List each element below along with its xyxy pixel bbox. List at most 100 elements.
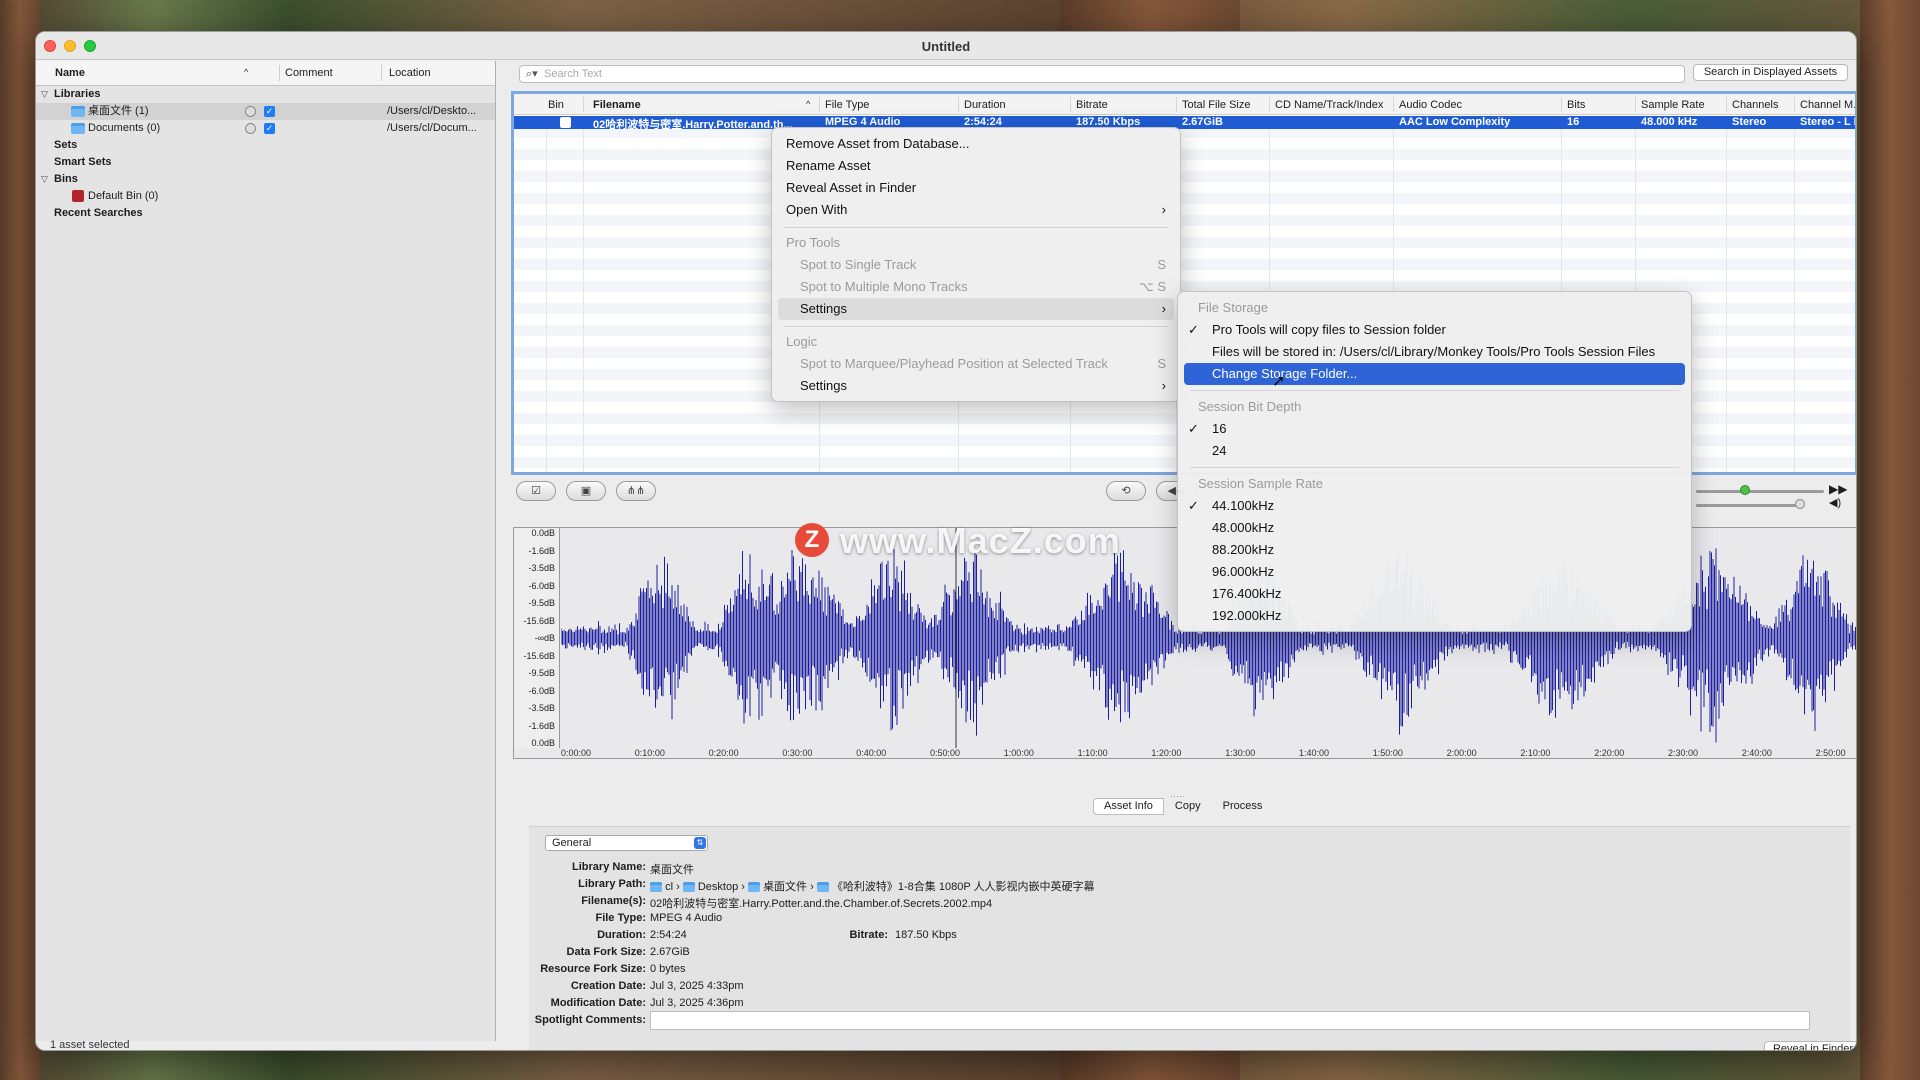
column-separator [1393,97,1394,112]
header-file-type[interactable]: File Type [825,99,869,111]
bin-checkbox[interactable] [560,117,571,128]
menu-remove-asset[interactable]: Remove Asset from Database... [778,133,1174,155]
path-segment[interactable]: 桌面文件 [763,881,807,893]
info-category-select[interactable]: General ⇅ [545,835,708,851]
column-location[interactable]: Location [389,67,431,79]
label: Library Name: [572,861,646,873]
loop-icon-button[interactable]: ⟲ [1106,481,1146,501]
tab-process[interactable]: Process [1211,798,1274,815]
tree-default-bin[interactable]: Default Bin (0) [36,188,495,205]
header-total-size[interactable]: Total File Size [1182,99,1250,111]
tree-label: Bins [54,173,78,185]
asset-info-panel: General ⇅ Library Name: 桌面文件 Library Pat… [529,826,1856,1050]
menu-header-pro-tools: Pro Tools [786,235,840,250]
chevron-right-icon: › [1161,202,1166,217]
tab-copy[interactable]: Copy [1163,798,1212,815]
tree-smart-sets[interactable]: Smart Sets [36,154,495,171]
submenu-copy-files[interactable]: ✓ Pro Tools will copy files to Session fo… [1184,319,1685,341]
header-cd-name[interactable]: CD Name/Track/Index [1275,99,1383,111]
folder-icon [71,123,85,134]
submenu-rate-96000[interactable]: 96.000kHz [1184,561,1685,583]
label: File Type: [595,912,646,924]
sort-ascending-icon[interactable]: ^ [244,67,248,77]
timeline-ruler[interactable]: 0:00:00 0:10:00 0:20:00 0:30:00 0:40:00 0:50:… [561,748,1856,760]
tree-sets[interactable]: Sets [36,137,495,154]
library-name: Documents (0) [88,122,161,134]
submenu-rate-44100[interactable]: ✓ 44.100kHz [1184,495,1685,517]
header-bits[interactable]: Bits [1567,99,1585,111]
db-label: -9.5dB [528,598,555,608]
path-segment[interactable]: 《哈利波特》1-8合集 1080P 人人影视内嵌中英硬字幕 [832,881,1095,893]
sort-ascending-icon[interactable]: ^ [806,99,810,109]
tree-libraries[interactable]: ▽ Libraries [36,86,495,103]
header-filename[interactable]: Filename [593,99,641,111]
submenu-change-storage-folder[interactable]: Change Storage Folder... [1184,363,1685,385]
playback-position-slider[interactable] [1696,490,1824,493]
submenu-header-bit-depth: Session Bit Depth [1198,399,1302,414]
slider-knob[interactable] [1740,485,1750,495]
submenu-rate-48000[interactable]: 48.000kHz [1184,517,1685,539]
path-segment[interactable]: Desktop [698,881,738,893]
library-path-breadcrumb[interactable]: cl › Desktop › 桌面文件 › 《哈利波特》1-8合集 1080P … [650,878,1095,894]
label: Duration: [597,929,646,941]
cell-channel-mode: Stereo - L R [1800,116,1857,128]
menu-reveal-asset[interactable]: Reveal Asset in Finder [778,177,1174,199]
folder-icon [816,882,829,892]
menu-logic-settings[interactable]: Settings › [778,375,1174,397]
submenu-rate-88200[interactable]: 88.200kHz [1184,539,1685,561]
cell-channels: Stereo [1732,116,1767,128]
header-bitrate[interactable]: Bitrate [1076,99,1108,111]
menu-open-with[interactable]: Open With › [778,199,1174,221]
tab-asset-info[interactable]: Asset Info [1093,798,1164,815]
header-bin[interactable]: Bin [548,99,564,111]
column-name[interactable]: Name [55,67,85,79]
disclosure-open-icon[interactable]: ▽ [41,86,48,103]
tree-library-item[interactable]: Documents (0) ✓ /Users/cl/Docum... [36,120,495,137]
volume-slider[interactable] [1696,504,1799,507]
header-audio-codec[interactable]: Audio Codec [1399,99,1462,111]
submenu-rate-176400[interactable]: 176.400kHz [1184,583,1685,605]
waveform-icon-button[interactable]: ⋔⋔ [616,481,656,501]
submenu-stored-in[interactable]: Files will be stored in: /Users/cl/Libra… [1184,341,1685,363]
submenu-rate-192000[interactable]: 192.000kHz [1184,605,1685,627]
cell-total-size: 2.67GiB [1182,116,1223,128]
column-comment[interactable]: Comment [285,67,333,79]
library-location: /Users/cl/Docum... [387,122,477,134]
title-bar: Untitled [36,32,1856,60]
spotlight-comments-field[interactable] [650,1011,1810,1030]
settings-submenu: File Storage ✓ Pro Tools will copy files … [1177,291,1692,632]
library-checkbox[interactable]: ✓ [264,123,275,134]
reveal-in-finder-button[interactable]: Reveal in Finder [1764,1041,1856,1050]
library-checkbox[interactable]: ✓ [264,106,275,117]
window-title: Untitled [921,39,971,54]
submenu-bit-16[interactable]: ✓ 16 [1184,418,1685,440]
search-displayed-button[interactable]: Search in Displayed Assets [1693,64,1848,81]
search-input[interactable]: ⌕▾ Search Text [519,65,1685,83]
header-channels[interactable]: Channels [1732,99,1778,111]
db-label: -∞dB [534,633,555,643]
tree-recent-searches[interactable]: Recent Searches [36,205,495,222]
header-sample-rate[interactable]: Sample Rate [1641,99,1705,111]
db-label: -15.6dB [523,615,555,626]
volume-knob[interactable] [1795,499,1805,509]
label: Data Fork Size: [566,946,646,958]
time-label: 0:10:00 [634,748,665,758]
cell-sample-rate: 48.000 kHz [1641,116,1698,128]
fast-forward-icon[interactable]: ▶▶ [1829,482,1847,496]
film-icon-button[interactable]: ▣ [566,481,606,501]
menu-spot-multi: Spot to Multiple Mono Tracks ⌥ S [778,276,1174,298]
menu-pro-tools-settings[interactable]: Settings › [778,298,1174,320]
status-circle-icon[interactable] [245,123,256,134]
submenu-bit-24[interactable]: 24 [1184,440,1685,462]
disclosure-open-icon[interactable]: ▽ [41,171,48,188]
header-channel-mode[interactable]: Channel M... [1800,99,1855,111]
column-separator [279,65,280,81]
check-icon-button[interactable]: ☑ [516,481,556,501]
status-circle-icon[interactable] [245,106,256,117]
table-row[interactable]: 02哈利波特与密室.Harry.Potter.and.th... MPEG 4 … [514,116,1857,131]
tree-library-item[interactable]: 桌面文件 (1) ✓ /Users/cl/Deskto... [36,103,495,120]
header-duration[interactable]: Duration [964,99,1006,111]
menu-rename-asset[interactable]: Rename Asset [778,155,1174,177]
path-segment[interactable]: cl [665,881,673,893]
tree-bins[interactable]: ▽ Bins [36,171,495,188]
